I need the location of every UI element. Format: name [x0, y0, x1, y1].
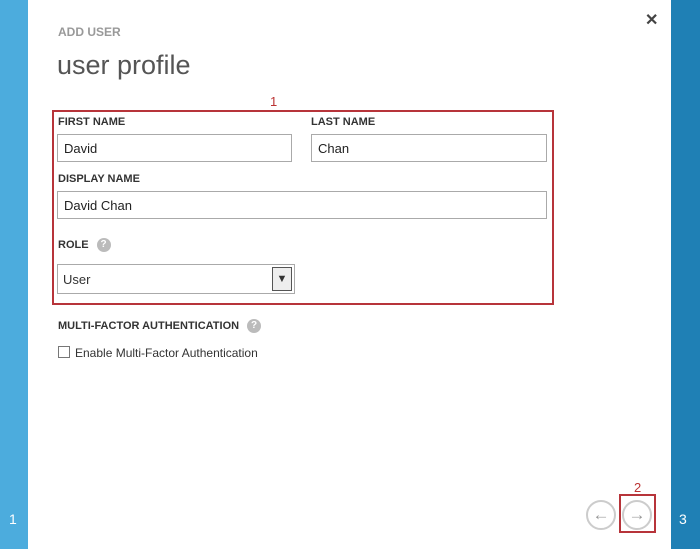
role-selected-value: User: [63, 272, 91, 287]
current-step-number: 1: [9, 511, 17, 527]
display-name-label: DISPLAY NAME: [58, 173, 140, 185]
first-name-label: FIRST NAME: [58, 116, 126, 128]
chevron-down-icon[interactable]: ▼: [272, 267, 292, 291]
last-name-input[interactable]: [311, 134, 547, 162]
last-name-label: LAST NAME: [311, 116, 376, 128]
help-icon[interactable]: ?: [247, 319, 262, 333]
mfa-checkbox[interactable]: [58, 346, 70, 358]
page-title: user profile: [57, 50, 191, 80]
role-select[interactable]: User ▼: [57, 264, 295, 294]
highlight-box-2: [619, 494, 656, 533]
role-label-text: ROLE: [58, 238, 89, 251]
wizard-left-bar: 1: [0, 0, 28, 549]
wizard-kicker: ADD USER: [58, 25, 121, 39]
wizard-right-bar: 3: [671, 0, 700, 549]
mfa-checkbox-label[interactable]: Enable Multi-Factor Authentication: [75, 346, 258, 360]
annotation-1: 1: [270, 94, 278, 109]
role-label: ROLE?: [58, 238, 111, 252]
mfa-label: MULTI-FACTOR AUTHENTICATION?: [58, 319, 262, 333]
back-button[interactable]: ←: [586, 500, 616, 530]
annotation-2: 2: [634, 480, 642, 495]
display-name-input[interactable]: [57, 191, 547, 219]
mfa-label-text: MULTI-FACTOR AUTHENTICATION: [58, 319, 240, 332]
first-name-input[interactable]: [57, 134, 292, 162]
close-icon[interactable]: ✕: [645, 10, 658, 30]
help-icon[interactable]: ?: [96, 238, 111, 252]
next-step-number: 3: [679, 511, 687, 527]
